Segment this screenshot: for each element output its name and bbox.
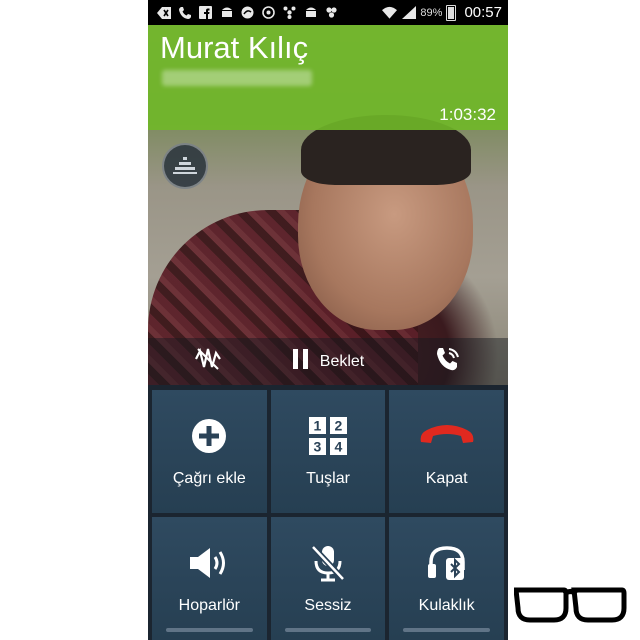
battery-icon <box>446 4 457 21</box>
bluetooth-headset-icon <box>427 545 467 581</box>
android-icon <box>303 5 318 20</box>
facebook-icon <box>198 5 213 20</box>
call-actions-grid: Çağrı ekle 1234 Tuşlar Kapat Hoparlör Se… <box>152 390 504 640</box>
glasses-logo-icon <box>514 587 627 623</box>
sound-off-icon <box>194 347 222 376</box>
keypad-button[interactable]: 1234 Tuşlar <box>270 390 386 513</box>
keypad-label: Tuşlar <box>306 470 350 487</box>
mute-toggle-indicator <box>284 628 372 632</box>
clover-icon <box>324 5 339 20</box>
end-call-label: Kapat <box>425 470 468 487</box>
end-call-button[interactable]: Kapat <box>389 390 504 513</box>
signal-icon <box>401 5 416 20</box>
wifi-icon <box>382 5 398 20</box>
svg-text:3: 3 <box>313 439 321 455</box>
speaker-icon <box>188 545 230 581</box>
battery-percent: 89% <box>420 6 443 19</box>
android-icon <box>219 5 234 20</box>
status-bar: 89% 00:57 <box>148 0 508 25</box>
caller-name: Murat Kılıç <box>160 30 309 65</box>
hold-label: Beklet <box>319 352 365 370</box>
headset-toggle-indicator <box>403 628 490 632</box>
call-timer: 1:03:32 <box>439 105 496 124</box>
mute-button[interactable]: Sessiz <box>270 517 386 640</box>
headset-label: Kulaklık <box>418 597 475 614</box>
svg-text:2: 2 <box>334 418 342 434</box>
headset-button[interactable]: Kulaklık <box>389 517 504 640</box>
status-time: 00:57 <box>464 4 502 21</box>
record-icon <box>240 5 255 20</box>
call-control-bar: Beklet <box>148 338 508 385</box>
add-call-icon <box>191 418 227 454</box>
svg-text:4: 4 <box>334 439 342 455</box>
whatsapp-icon <box>261 5 276 20</box>
speaker-label: Hoparlör <box>178 597 240 614</box>
hold-button[interactable]: Beklet <box>268 348 388 375</box>
end-call-icon <box>417 418 477 454</box>
pinwheel-icon <box>282 5 297 20</box>
caller-number-blurred <box>162 70 312 86</box>
back-icon <box>156 5 171 20</box>
mute-label: Sessiz <box>304 597 352 614</box>
mute-icon <box>310 544 346 582</box>
pause-icon <box>292 348 310 375</box>
add-call-button[interactable]: Çağrı ekle <box>152 390 267 513</box>
phone-signal-icon <box>434 345 462 378</box>
speaker-toggle-indicator <box>166 628 253 632</box>
call-quality-button[interactable] <box>388 345 508 378</box>
extra-volume-button[interactable] <box>148 347 268 376</box>
phone-screen: 89% 00:57 Murat Kılıç 1:03:32 Beklet Çağ… <box>148 0 508 640</box>
speaker-button[interactable]: Hoparlör <box>152 517 267 640</box>
noise-reduction-icon[interactable] <box>162 143 208 189</box>
keypad-icon: 1234 <box>308 417 347 455</box>
phone-icon <box>177 5 192 20</box>
svg-text:1: 1 <box>313 418 321 434</box>
add-call-label: Çağrı ekle <box>172 470 246 487</box>
